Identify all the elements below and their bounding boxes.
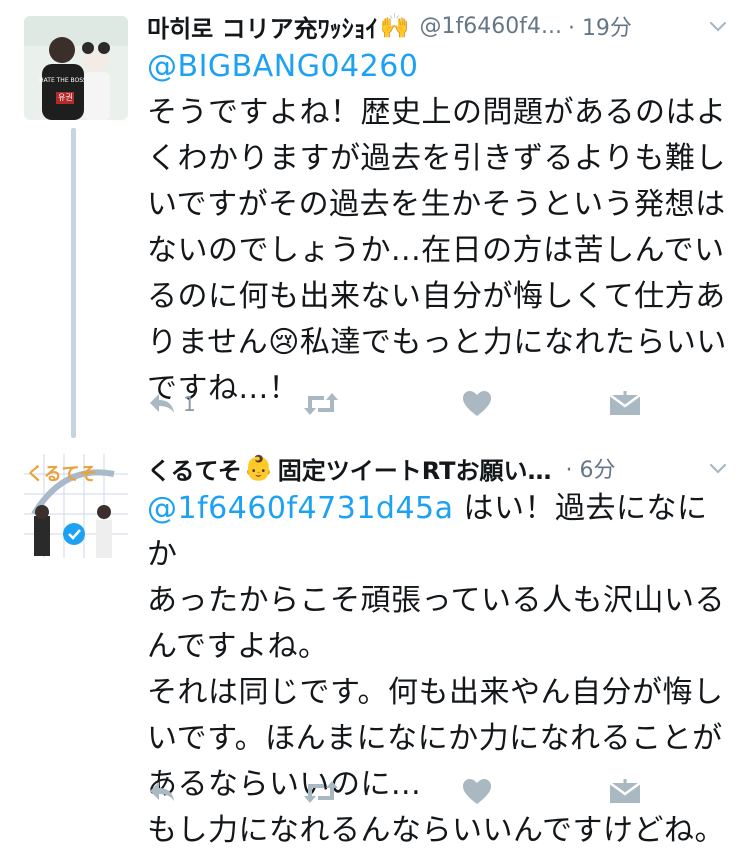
tweet-header: 마히로 コリア充ﾜｯｼｮｲ 🙌 @1f6460f4... · 19分 bbox=[147, 9, 729, 43]
raised-hands-emoji: 🙌 bbox=[379, 12, 410, 40]
heart-icon bbox=[463, 779, 491, 804]
like-button[interactable] bbox=[462, 386, 492, 422]
timestamp[interactable]: · 19分 bbox=[568, 10, 632, 42]
text-line: もし力になれるんならいいんですけどね。 bbox=[147, 813, 725, 848]
reply-mention[interactable]: @1f6460f4731d45a bbox=[147, 491, 454, 526]
text-line: いですがその過去を生かそうという発想は bbox=[147, 187, 726, 222]
svg-text:HATE THE BOSS: HATE THE BOSS bbox=[39, 77, 87, 84]
reply-button[interactable]: 1 bbox=[147, 386, 196, 422]
like-button[interactable] bbox=[462, 774, 492, 810]
avatar-label: 유권 bbox=[58, 93, 73, 102]
text-line: ないのでしょうか...在日の方は苦しんでい bbox=[147, 233, 725, 268]
display-name[interactable]: 마히로 コリア充ﾜｯｼｮｲ bbox=[147, 9, 378, 44]
tweet-2[interactable]: くるてそ くるてそ 👶 固定ツイートRTお願い… · 6分 @1f6460f47… bbox=[0, 438, 749, 848]
chevron-down-icon[interactable] bbox=[707, 15, 729, 41]
retweet-button[interactable] bbox=[302, 386, 340, 422]
chevron-down-icon[interactable] bbox=[707, 457, 729, 483]
tweet-1[interactable]: HATE THE BOSS 유권 마히로 コリア充ﾜｯｼｮｲ 🙌 @1f6460… bbox=[0, 0, 749, 438]
retweet-icon bbox=[304, 781, 338, 803]
dm-button[interactable] bbox=[609, 774, 641, 810]
username[interactable]: @1f6460f4... bbox=[420, 14, 562, 39]
avatar[interactable]: くるてそ bbox=[24, 454, 128, 558]
thread-line bbox=[71, 128, 76, 438]
baby-emoji: 👶 bbox=[243, 454, 274, 482]
tweet-text: @BIGBANG04260 そうですよね！歴史上の問題があるのはよ くわかります… bbox=[147, 44, 727, 412]
text-line: あったからこそ頑張っている人も沢山いる bbox=[147, 583, 725, 618]
heart-icon bbox=[463, 391, 491, 416]
retweet-icon bbox=[304, 393, 338, 415]
text-line: そうですよね！歴史上の問題があるのはよ bbox=[147, 95, 727, 130]
reply-count: 1 bbox=[183, 392, 196, 416]
reply-button[interactable] bbox=[147, 774, 177, 810]
retweet-button[interactable] bbox=[302, 774, 340, 810]
reply-icon bbox=[150, 394, 174, 413]
reply-mention[interactable]: @BIGBANG04260 bbox=[147, 44, 727, 90]
tweet-header: くるてそ 👶 固定ツイートRTお願い… · 6分 bbox=[147, 451, 729, 485]
text-line: るのに何も出来ない自分が悔しくて仕方あ bbox=[147, 279, 726, 314]
display-name[interactable]: くるてそ bbox=[147, 451, 242, 486]
tweet-actions: 1 bbox=[147, 386, 647, 422]
avatar[interactable]: HATE THE BOSS 유권 bbox=[24, 16, 128, 120]
display-name-suffix[interactable]: 固定ツイートRTお願い… bbox=[278, 451, 552, 486]
text-line: @1f6460f4731d45a はい！過去になにか bbox=[147, 486, 727, 578]
avatar-label: くるてそ bbox=[26, 464, 98, 485]
timestamp[interactable]: · 6分 bbox=[565, 452, 615, 484]
text-line: いです。ほんまになにか力になれることが bbox=[147, 721, 723, 756]
dm-button[interactable] bbox=[609, 386, 641, 422]
avatar-image: HATE THE BOSS bbox=[24, 16, 128, 120]
text-line: りません😢私達でもっと力になれたらいい bbox=[147, 325, 727, 360]
text-line: んですよね。 bbox=[147, 629, 329, 664]
reply-icon bbox=[150, 782, 174, 801]
envelope-icon bbox=[609, 391, 641, 415]
text-line: それは同じです。何も出来やん自分が悔し bbox=[147, 675, 724, 710]
envelope-icon bbox=[609, 779, 641, 803]
tweet-actions bbox=[147, 774, 647, 810]
text-line: くわかりますが過去を引きずるよりも難し bbox=[147, 141, 726, 176]
